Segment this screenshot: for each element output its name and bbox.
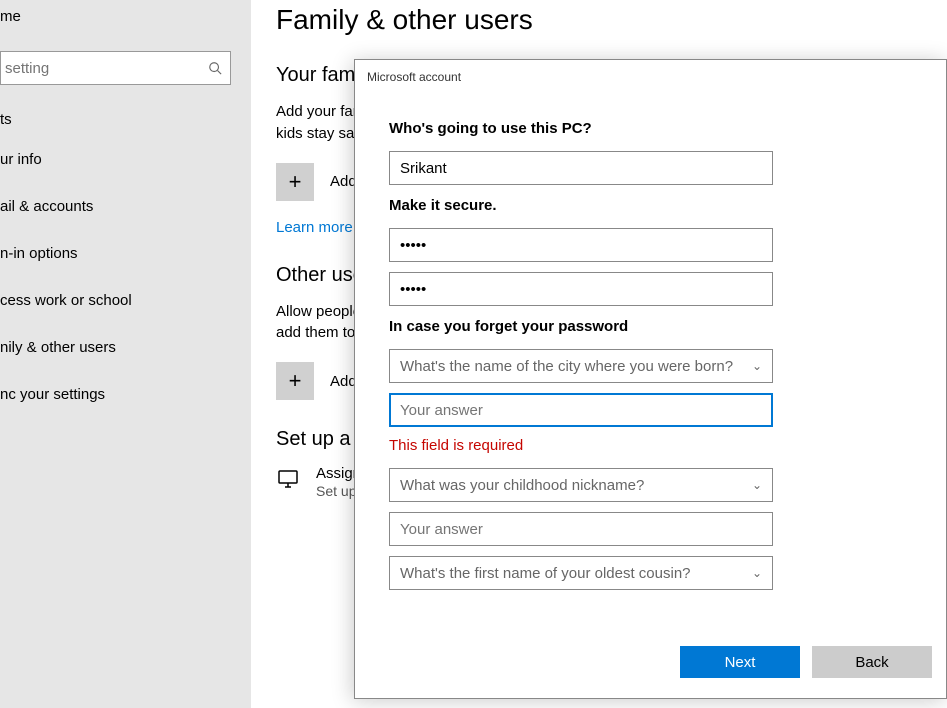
microsoft-account-dialog: Microsoft account Who's going to use thi… xyxy=(354,59,947,699)
search-icon xyxy=(208,61,222,75)
search-box[interactable] xyxy=(0,51,231,85)
security-question-2-select[interactable]: What was your childhood nickname? ⌄ xyxy=(389,468,773,502)
sidebar-home[interactable]: me xyxy=(0,0,251,33)
security-answer-2-input[interactable] xyxy=(400,521,762,538)
security-question-1-select[interactable]: What's the name of the city where you we… xyxy=(389,349,773,383)
question-forget-password: In case you forget your password xyxy=(389,318,912,335)
validation-error: This field is required xyxy=(389,437,912,454)
username-field[interactable] xyxy=(389,151,773,185)
security-question-3-value: What's the first name of your oldest cou… xyxy=(400,565,691,582)
question-make-secure: Make it secure. xyxy=(389,197,912,214)
dialog-footer: Next Back xyxy=(680,646,932,678)
sidebar-section-header: ts xyxy=(0,103,251,136)
sidebar-item-sync-settings[interactable]: nc your settings xyxy=(0,371,251,418)
password-mask: ••••• xyxy=(400,281,426,298)
security-question-1-value: What's the name of the city where you we… xyxy=(400,358,733,375)
password-field[interactable]: ••••• xyxy=(389,228,773,262)
sidebar-item-your-info[interactable]: ur info xyxy=(0,136,251,183)
sidebar-item-signin-options[interactable]: n-in options xyxy=(0,230,251,277)
password-mask: ••••• xyxy=(400,237,426,254)
sidebar-item-family-other-users[interactable]: nily & other users xyxy=(0,324,251,371)
security-question-3-select[interactable]: What's the first name of your oldest cou… xyxy=(389,556,773,590)
plus-icon: + xyxy=(276,163,314,201)
monitor-icon xyxy=(276,467,300,491)
security-answer-1-input[interactable] xyxy=(400,402,762,419)
question-who-uses-pc: Who's going to use this PC? xyxy=(389,120,912,137)
page-title: Family & other users xyxy=(276,4,947,36)
confirm-password-field[interactable]: ••••• xyxy=(389,272,773,306)
chevron-down-icon: ⌄ xyxy=(752,566,762,580)
sidebar-item-email-accounts[interactable]: ail & accounts xyxy=(0,183,251,230)
security-answer-1-field[interactable] xyxy=(389,393,773,427)
plus-icon: + xyxy=(276,362,314,400)
next-button[interactable]: Next xyxy=(680,646,800,678)
back-button[interactable]: Back xyxy=(812,646,932,678)
security-answer-2-field[interactable] xyxy=(389,512,773,546)
settings-sidebar: me ts ur info ail & accounts n-in option… xyxy=(0,0,251,708)
username-input[interactable] xyxy=(400,160,762,177)
security-question-2-value: What was your childhood nickname? xyxy=(400,477,644,494)
chevron-down-icon: ⌄ xyxy=(752,359,762,373)
dialog-title: Microsoft account xyxy=(355,60,946,90)
sidebar-item-access-work-school[interactable]: cess work or school xyxy=(0,277,251,324)
search-input[interactable] xyxy=(5,60,208,77)
chevron-down-icon: ⌄ xyxy=(752,478,762,492)
